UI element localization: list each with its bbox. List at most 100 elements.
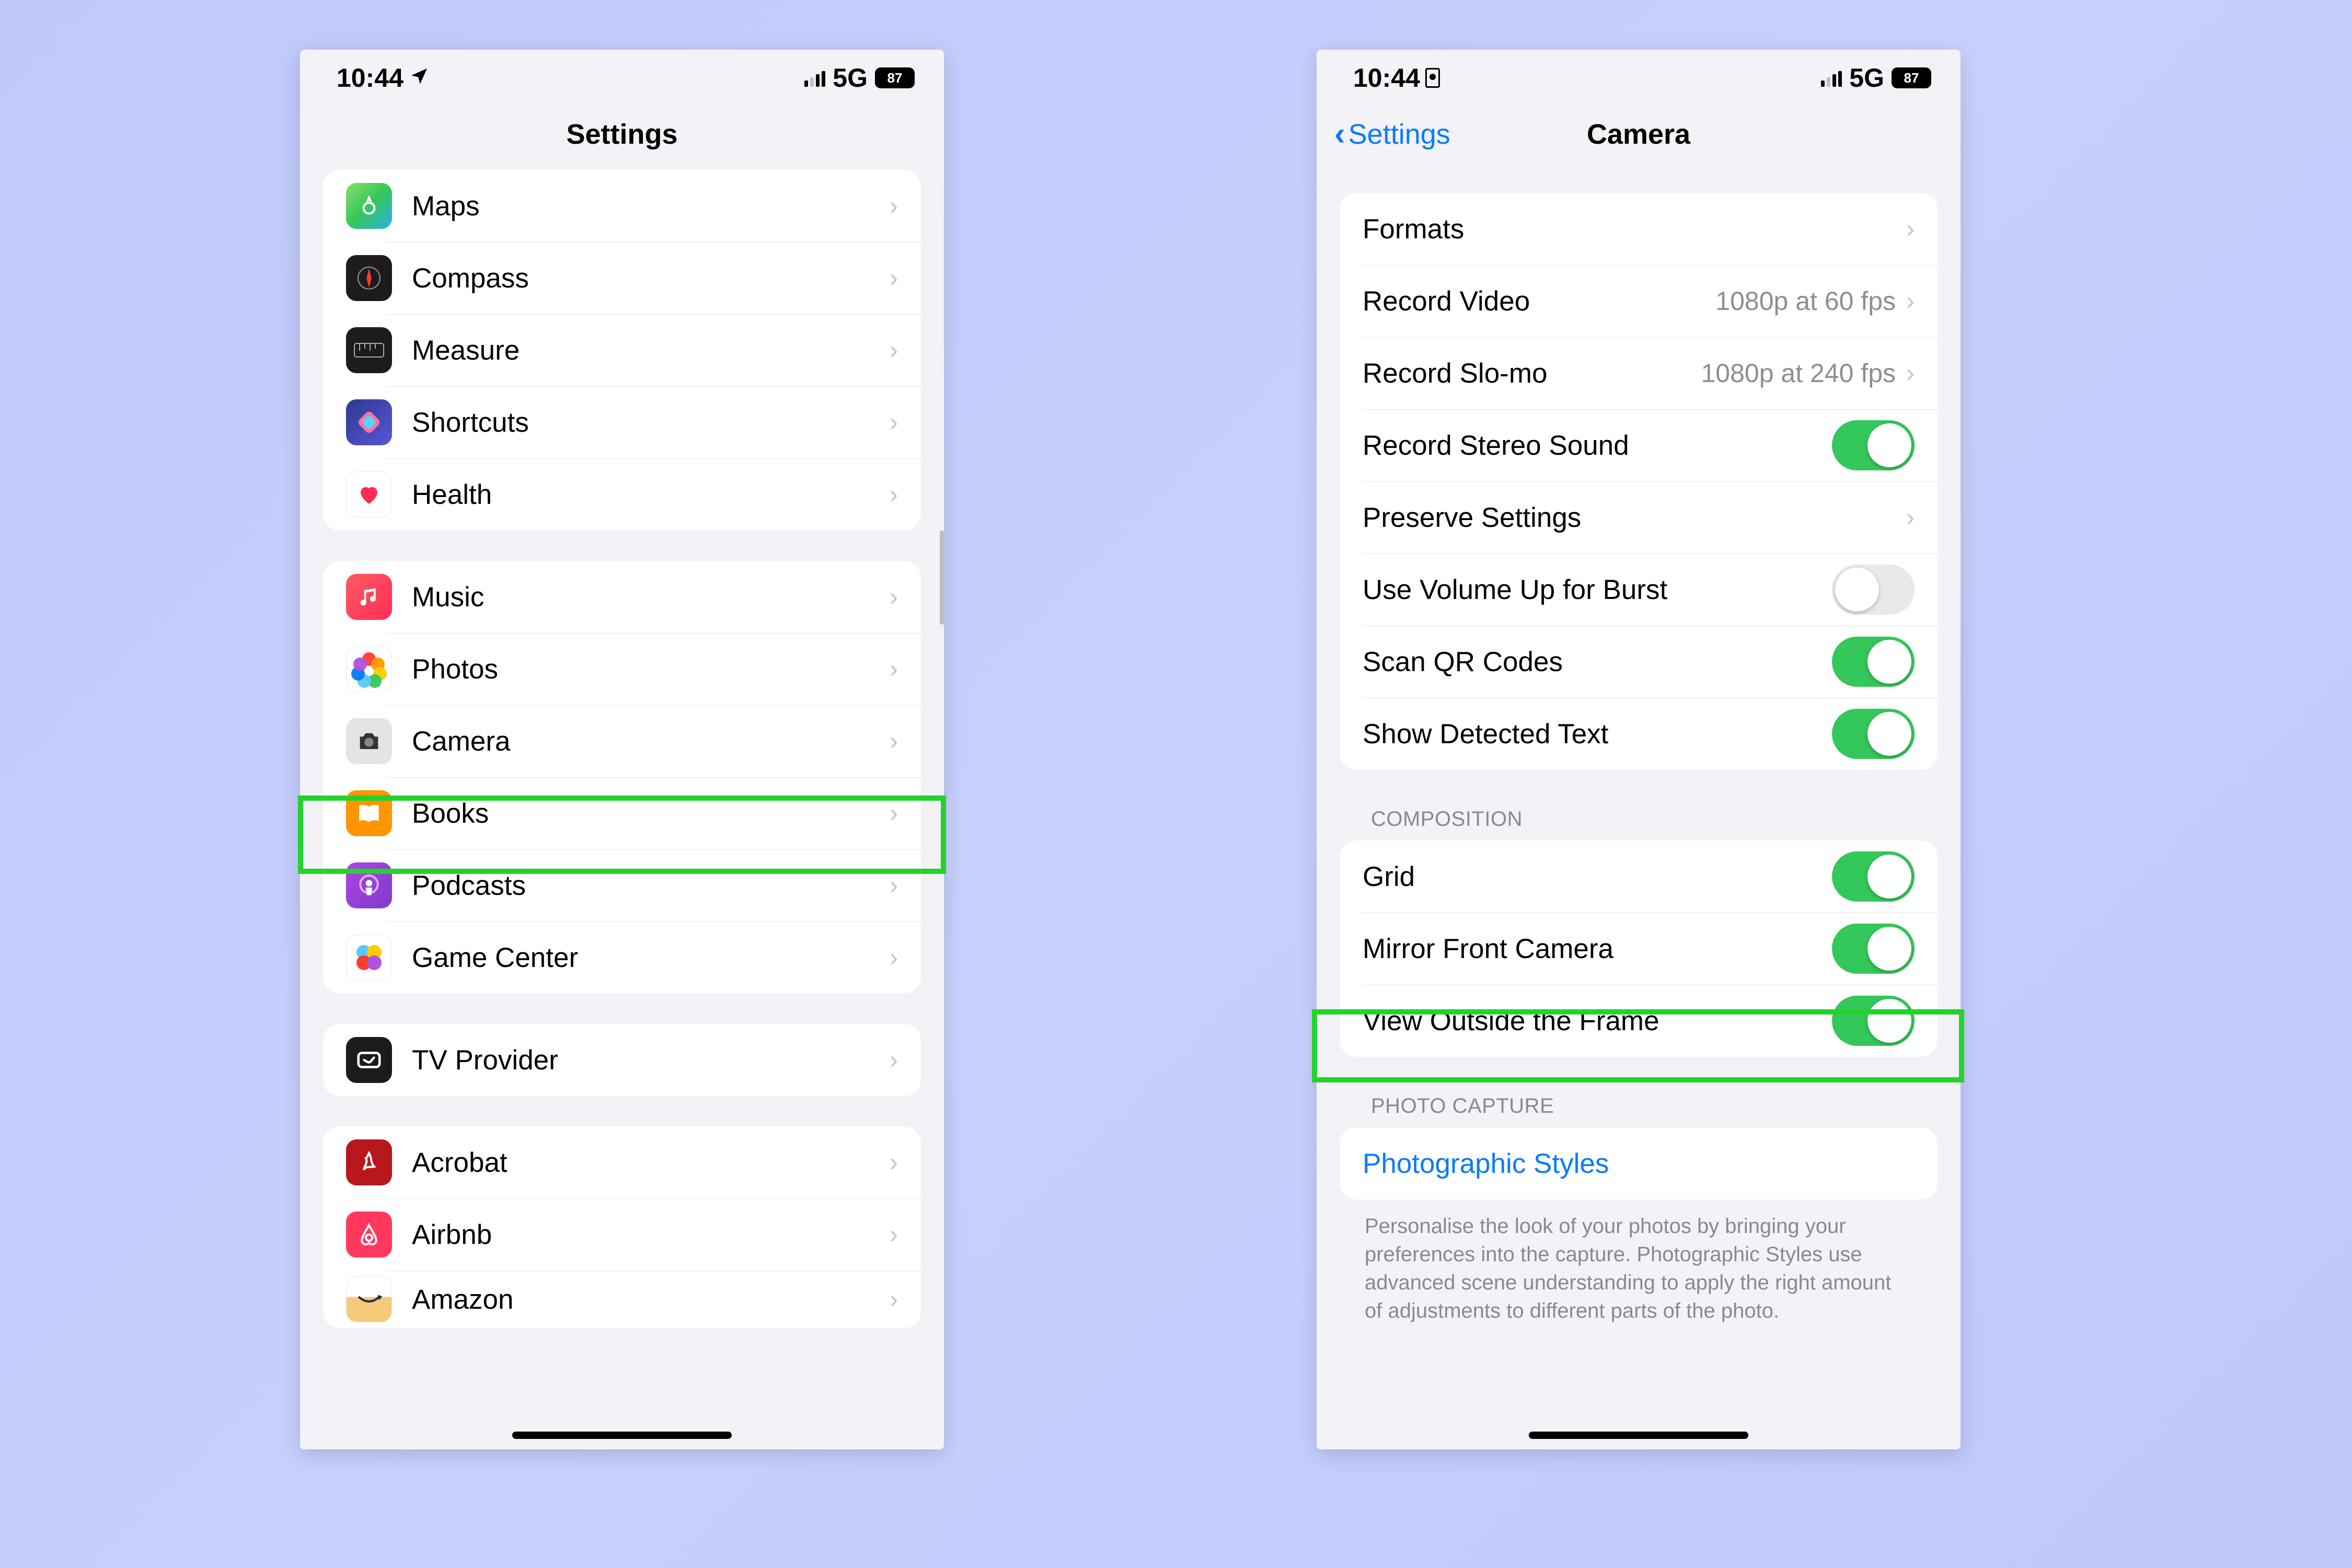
row-label: Compass [412,262,890,294]
maps-icon [346,183,392,229]
battery-icon: 87 [875,67,915,88]
toggle-scan-qr[interactable] [1832,637,1915,687]
row-label: View Outside the Frame [1363,1005,1832,1037]
chevron-right-icon: › [890,1046,898,1075]
music-icon [346,574,392,620]
row-photographic-styles[interactable]: Photographic Styles [1340,1127,1938,1200]
camera-icon [346,718,392,764]
network-label: 5G [1849,63,1884,93]
chevron-right-icon: › [1906,287,1915,316]
row-label: Health [412,479,890,511]
row-label: Photos [412,653,890,685]
chevron-right-icon: › [890,799,898,828]
toggle-view-outside-frame[interactable] [1832,996,1915,1046]
status-time: 10:44 [1353,63,1420,93]
row-health[interactable]: Health › [323,458,921,531]
page-title: Camera [1587,118,1690,151]
network-label: 5G [833,63,868,93]
shortcuts-icon [346,399,392,445]
row-preserve-settings[interactable]: Preserve Settings › [1340,481,1938,554]
row-label: Podcasts [412,870,890,902]
row-record-stereo: Record Stereo Sound [1340,409,1938,481]
row-label: Amazon [412,1284,890,1316]
row-record-video[interactable]: Record Video 1080p at 60 fps › [1340,265,1938,337]
row-detail: 1080p at 240 fps [1701,358,1896,388]
airbnb-icon [346,1212,392,1258]
chevron-right-icon: › [890,1285,898,1314]
row-music[interactable]: Music › [323,561,921,633]
row-measure[interactable]: Measure › [323,314,921,386]
settings-group: Photographic Styles [1340,1127,1938,1200]
toggle-mirror-front-camera[interactable] [1832,924,1915,974]
chevron-right-icon: › [890,1220,898,1249]
cellular-signal-icon [1821,69,1842,87]
photos-icon [346,646,392,692]
section-header-composition: COMPOSITION [1371,808,1938,831]
home-indicator[interactable] [1529,1432,1748,1439]
row-scan-qr: Scan QR Codes [1340,626,1938,698]
row-detail: 1080p at 60 fps [1715,286,1896,316]
cellular-signal-icon [804,69,825,87]
row-label: Game Center [412,942,890,974]
row-amazon[interactable]: Amazon › [323,1271,921,1328]
game-center-icon [346,935,392,981]
location-arrow-icon [409,63,430,93]
row-game-center[interactable]: Game Center › [323,921,921,994]
back-button[interactable]: ‹ Settings [1334,106,1450,163]
row-label: Grid [1363,861,1832,893]
row-label: Scan QR Codes [1363,646,1832,678]
toggle-grid[interactable] [1832,851,1915,902]
health-icon [346,471,392,517]
chevron-right-icon: › [890,583,898,612]
status-bar: 10:44 5G 87 [300,50,944,106]
page-title: Settings [566,118,677,151]
nav-bar: ‹ Settings Camera [1317,106,1961,163]
row-record-slomo[interactable]: Record Slo-mo 1080p at 240 fps › [1340,337,1938,409]
toggle-record-stereo[interactable] [1832,420,1915,470]
nav-bar: Settings [300,106,944,163]
status-bar: 10:44 5G 87 [1317,50,1961,106]
settings-group: Grid Mirror Front Camera View Outside th… [1340,840,1938,1057]
chevron-right-icon: › [890,871,898,900]
id-card-icon [1425,68,1440,88]
home-indicator[interactable] [512,1432,732,1439]
podcasts-icon [346,862,392,908]
row-airbnb[interactable]: Airbnb › [323,1198,921,1271]
books-icon [346,790,392,836]
chevron-right-icon: › [890,727,898,756]
chevron-right-icon: › [890,192,898,221]
chevron-left-icon: ‹ [1334,118,1345,151]
settings-group: Music › P [323,561,921,994]
row-compass[interactable]: Compass › [323,242,921,314]
row-label: Show Detected Text [1363,718,1832,750]
camera-settings-list[interactable]: Formats › Record Video 1080p at 60 fps ›… [1317,193,1961,1356]
row-maps[interactable]: Maps › [323,170,921,242]
row-formats[interactable]: Formats › [1340,193,1938,265]
chevron-right-icon: › [890,408,898,437]
chevron-right-icon: › [1906,359,1915,388]
row-tv-provider[interactable]: TV Provider › [323,1024,921,1096]
chevron-right-icon: › [890,655,898,684]
row-photos[interactable]: Photos › [323,633,921,705]
back-label: Settings [1348,118,1450,151]
settings-root-screen: 10:44 5G 87 Settings [300,50,944,1449]
row-shortcuts[interactable]: Shortcuts › [323,386,921,458]
settings-group: Maps › Compass › Measure › [323,170,921,531]
section-footer-photo-capture: Personalise the look of your photos by b… [1365,1212,1912,1325]
row-podcasts[interactable]: Podcasts › [323,849,921,921]
toggle-volume-burst[interactable] [1832,564,1915,615]
row-books[interactable]: Books › [323,777,921,849]
row-label: TV Provider [412,1044,890,1076]
row-acrobat[interactable]: Acrobat › [323,1126,921,1198]
row-volume-burst: Use Volume Up for Burst [1340,554,1938,626]
scroll-indicator [940,531,944,625]
acrobat-icon [346,1139,392,1185]
row-camera[interactable]: Camera › [323,705,921,777]
row-label: Music [412,581,890,613]
section-header-photo-capture: PHOTO CAPTURE [1371,1094,1938,1118]
amazon-icon [346,1276,392,1322]
toggle-detected-text[interactable] [1832,709,1915,759]
settings-group: Formats › Record Video 1080p at 60 fps ›… [1340,193,1938,770]
row-label: Airbnb [412,1219,890,1251]
settings-list[interactable]: Maps › Compass › Measure › [300,170,944,1359]
